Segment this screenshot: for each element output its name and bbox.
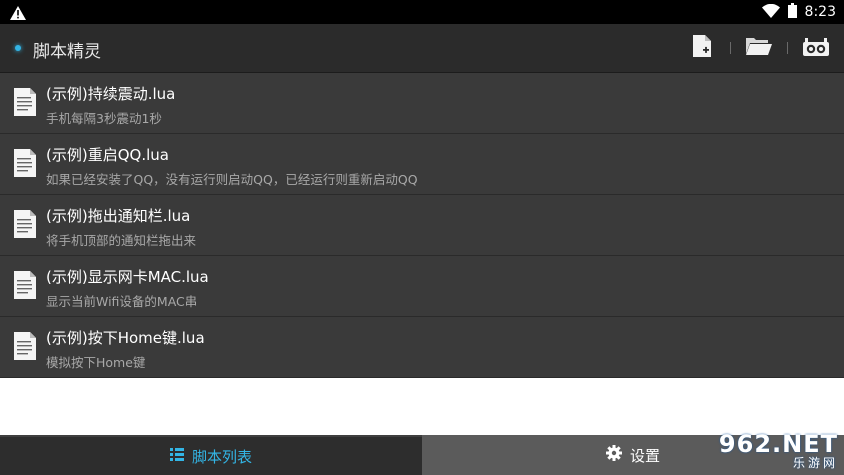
script-item[interactable]: (示例)持续震动.lua 手机每隔3秒震动1秒	[0, 73, 844, 134]
document-icon	[14, 88, 36, 120]
script-name: (示例)按下Home键.lua	[46, 329, 205, 347]
script-description: 模拟按下Home键	[46, 355, 146, 370]
watermark-logo: 962.NET 乐游网	[706, 430, 838, 472]
folder-open-icon	[746, 36, 772, 60]
document-icon	[14, 332, 36, 364]
clock: 8:23	[804, 4, 836, 20]
battery-icon	[787, 2, 797, 22]
watermark-subtext: 乐游网	[792, 456, 838, 470]
tab-script-list-label: 脚本列表	[191, 447, 252, 466]
script-name: (示例)显示网卡MAC.lua	[46, 268, 209, 286]
record-button[interactable]	[788, 24, 844, 72]
script-name: (示例)重启QQ.lua	[46, 146, 169, 164]
action-bar: 脚本精灵	[0, 24, 844, 73]
document-icon	[14, 271, 36, 303]
script-name: (示例)拖出通知栏.lua	[46, 207, 191, 225]
script-description: 手机每隔3秒震动1秒	[46, 111, 162, 126]
warning-icon	[10, 5, 26, 24]
wifi-icon	[761, 3, 780, 22]
app-title: 脚本精灵	[33, 42, 101, 62]
script-item[interactable]: (示例)拖出通知栏.lua 将手机顶部的通知栏拖出来	[0, 195, 844, 256]
tab-script-list[interactable]: 脚本列表	[0, 435, 422, 475]
script-item[interactable]: (示例)重启QQ.lua 如果已经安装了QQ，没有运行则启动QQ，已经运行则重新…	[0, 134, 844, 195]
watermark-text: 962.NET	[718, 430, 838, 458]
app-indicator-icon	[15, 45, 21, 51]
script-description: 显示当前Wifi设备的MAC串	[46, 294, 198, 309]
document-icon	[14, 149, 36, 181]
script-item[interactable]: (示例)显示网卡MAC.lua 显示当前Wifi设备的MAC串	[0, 256, 844, 317]
script-item[interactable]: (示例)按下Home键.lua 模拟按下Home键	[0, 317, 844, 378]
document-icon	[14, 210, 36, 242]
status-bar: 8:23	[0, 0, 844, 24]
tab-settings-label: 设置	[629, 446, 660, 465]
gear-icon	[605, 445, 622, 465]
new-file-icon	[693, 35, 711, 61]
record-icon	[803, 36, 829, 60]
list-icon	[169, 447, 184, 465]
script-name: (示例)持续震动.lua	[46, 85, 176, 103]
script-list: (示例)持续震动.lua 手机每隔3秒震动1秒 (示例)重启QQ.lua 如果已…	[0, 73, 844, 378]
open-folder-button[interactable]	[731, 24, 787, 72]
script-description: 将手机顶部的通知栏拖出来	[46, 233, 197, 248]
new-script-button[interactable]	[674, 24, 730, 72]
script-description: 如果已经安装了QQ，没有运行则启动QQ，已经运行则重新启动QQ	[46, 172, 418, 187]
